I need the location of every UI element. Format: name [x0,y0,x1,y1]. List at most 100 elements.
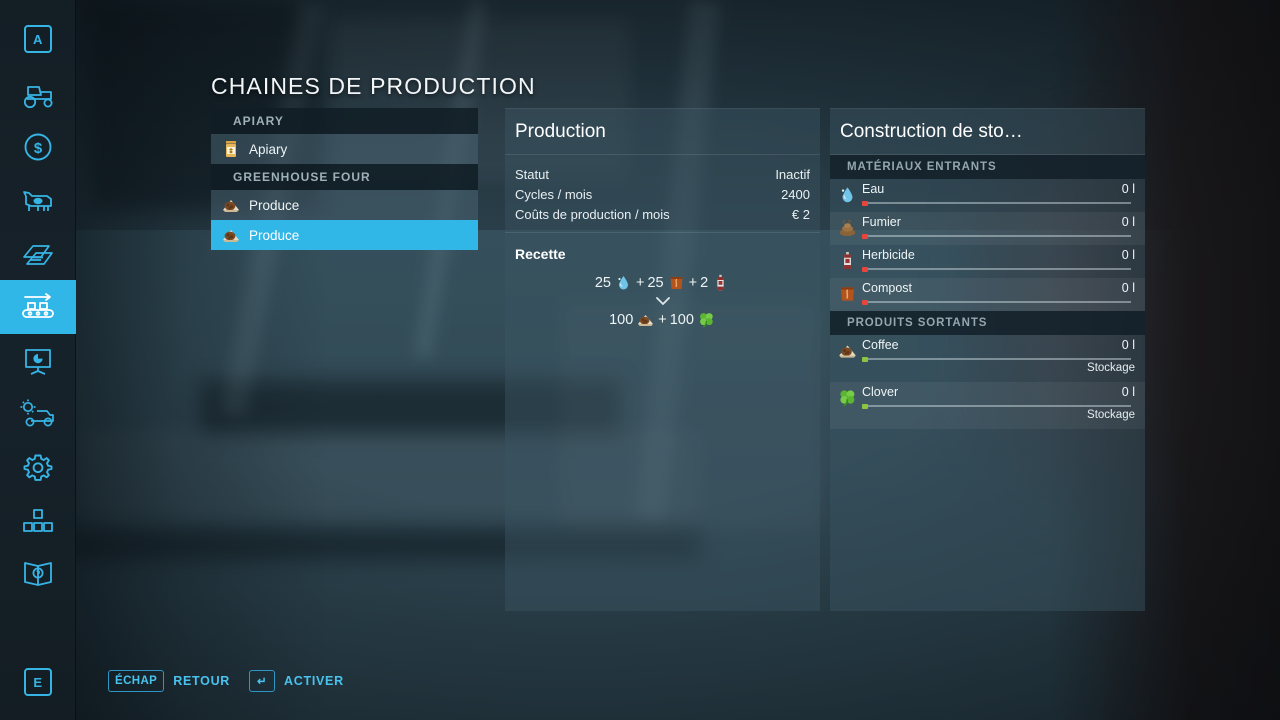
recipe-output-amount: 100 [669,311,694,328]
compost-icon [667,273,686,292]
water-drop-icon [837,184,858,205]
recipe-block: 25 + 25 + 2 100 + 100 [505,273,820,329]
production-panel: Production Statut Inactif Cycles / mois … [505,108,820,611]
storage-row-eau[interactable]: Eau 0 l [830,179,1145,212]
clover-icon [837,387,858,408]
herbicide-icon [837,250,858,271]
recipe-outputs: 100 + 100 [505,310,820,329]
storage-row-fill-bar [862,299,1131,305]
storage-row-compost[interactable]: Compost 0 l [830,278,1145,311]
help-action-activate[interactable]: ↵ ACTIVER [249,670,344,692]
recipe-input-amount: 2 [700,274,709,291]
stat-label: Statut [515,166,549,182]
production-panel-title: Production [505,109,820,155]
storage-row-fill-bar [862,356,1131,362]
recipe-output-amount: 100 [609,311,634,328]
storage-row-amount: 0 l [1121,281,1135,295]
produce-icon [220,194,242,216]
recipe-section-title: Recette [515,246,566,262]
sidebar-item-key-e[interactable]: E [0,655,76,709]
storage-row-amount: 0 l [1121,215,1135,229]
sidebar-item-finances[interactable]: $ [0,120,76,174]
help-book-icon [24,562,52,586]
key-enter: ↵ [249,670,276,692]
vehicle-settings-icon [20,399,54,427]
chain-group-header-greenhouse: GREENHOUSE FOUR [211,164,478,190]
storage-row-fill-bar [862,403,1131,409]
sidebar-item-construction[interactable] [0,494,76,548]
storage-row-fill-bar [862,200,1131,206]
recipe-plus: + [688,274,698,291]
chain-row-produce-2[interactable]: Produce [211,220,478,250]
presentation-chart-icon [25,349,51,375]
stat-value: 2400 [781,186,810,202]
storage-row-label: Herbicide [862,248,915,262]
recipe-input-amount: 25 [647,274,664,291]
storage-row-label: Compost [862,281,913,295]
map-key-e-icon: E [24,668,52,696]
help-bar: ÉCHAP RETOUR ↵ ACTIVER [108,670,344,692]
storage-row-fill-bar [862,266,1131,272]
page-title: CHAINES DE PRODUCTION [211,73,536,99]
sidebar-item-help[interactable] [0,546,76,600]
storage-row-clover[interactable]: Clover 0 l Stockage [830,382,1145,429]
sidebar-item-map[interactable]: A [0,12,76,66]
stat-label: Cycles / mois [515,186,593,202]
production-conveyor-icon [22,293,54,318]
clover-icon [697,310,716,329]
storage-row-label: Clover [862,385,899,399]
recipe-arrow-icon [505,296,820,307]
storage-row-herbicide[interactable]: Herbicide 0 l [830,245,1145,278]
chain-row-apiary[interactable]: Apiary [211,134,478,164]
compost-icon [837,283,858,304]
stat-value: € 2 [791,206,810,222]
recipe-plus: + [658,311,667,328]
recipe-plus: + [635,274,645,291]
key-escape: ÉCHAP [108,670,165,692]
chain-row-label: Produce [249,197,300,213]
stat-value: Inactif [775,166,810,182]
tractor-icon [23,86,53,109]
storage-row-coffee[interactable]: Coffee 0 l Stockage [830,335,1145,382]
sidebar-item-statistics[interactable] [0,334,76,388]
contracts-icon [23,245,53,265]
game-menu-screen: A $ E CHAINES DE PRODUCTION APIARY Apiar… [0,0,1280,720]
sidebar-item-vehicle-config[interactable] [0,387,76,441]
coffee-icon [636,310,655,329]
help-label-back: RETOUR [173,674,231,688]
sidebar-item-production[interactable] [0,280,76,334]
sidebar: A $ E [0,0,76,720]
storage-row-label: Coffee [862,338,899,352]
map-key-a-icon: A [24,25,52,53]
sidebar-item-settings[interactable] [0,440,76,494]
sidebar-item-vehicles[interactable] [0,69,76,123]
storage-group-outputs-title: PRODUITS SORTANTS [830,311,1145,335]
help-label-activate: ACTIVER [284,674,344,688]
storage-row-sublabel: Stockage [1087,362,1135,374]
storage-group-inputs-title: MATÉRIAUX ENTRANTS [830,155,1145,179]
honey-jar-icon [220,138,242,160]
stat-row-statut: Statut Inactif [515,164,810,184]
manure-icon [837,217,858,238]
water-drop-icon [614,273,633,292]
storage-panel-title: Construction de sto… [830,109,1145,155]
map-key-e-label: E [33,674,43,690]
help-action-back[interactable]: ÉCHAP RETOUR [108,670,230,692]
construction-blocks-icon [23,509,53,532]
sidebar-item-contracts[interactable] [0,228,76,282]
storage-row-fill-bar [862,233,1131,239]
recipe-input-amount: 25 [594,274,611,291]
storage-row-amount: 0 l [1121,338,1135,352]
chain-row-produce-1[interactable]: Produce [211,190,478,220]
chain-row-label: Apiary [249,141,288,157]
sidebar-item-animals[interactable] [0,174,76,228]
storage-row-amount: 0 l [1121,182,1135,196]
recipe-inputs: 25 + 25 + 2 [505,273,820,292]
storage-row-amount: 0 l [1121,385,1135,399]
storage-row-label: Eau [862,182,885,196]
storage-row-fumier[interactable]: Fumier 0 l [830,212,1145,245]
coffee-icon [837,340,858,361]
chain-row-label: Produce [249,227,300,243]
production-chain-list: APIARY Apiary GREENHOUSE FOUR Produce Pr… [211,108,478,250]
chain-group-header-apiary: APIARY [211,108,478,134]
